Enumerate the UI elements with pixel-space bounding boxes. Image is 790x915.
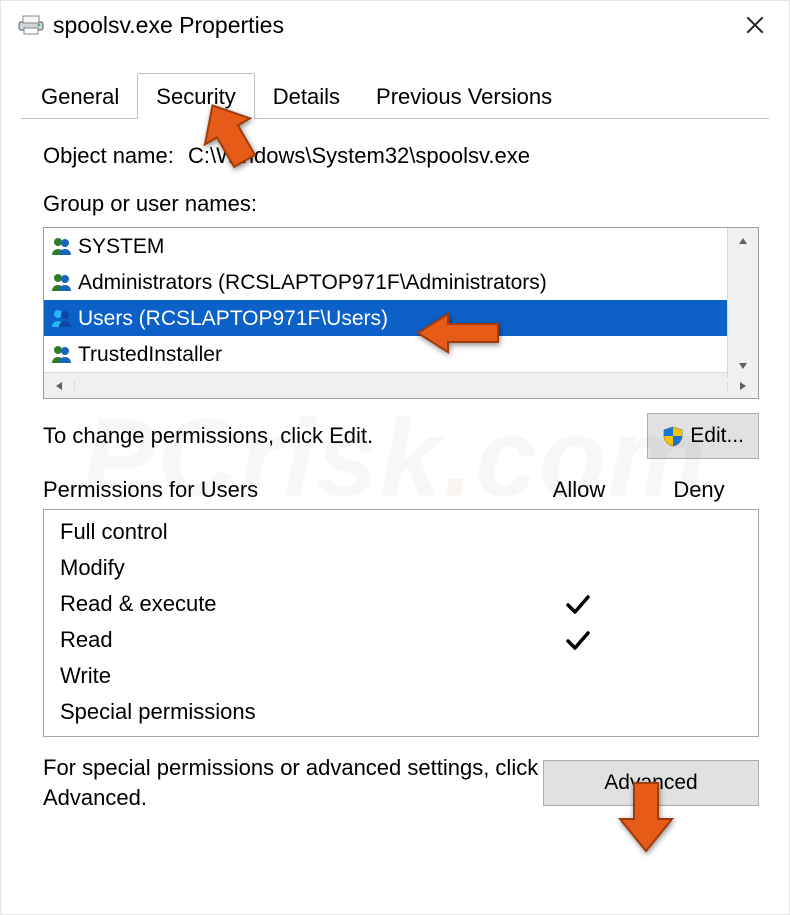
permission-name: Write xyxy=(60,663,518,689)
permission-name: Read xyxy=(60,627,518,653)
advanced-hint: For special permissions or advanced sett… xyxy=(43,753,543,812)
object-name-label: Object name: xyxy=(43,143,188,169)
list-item-label: TrustedInstaller xyxy=(78,344,222,365)
permission-name: Full control xyxy=(60,519,518,545)
list-item-label: Users (RCSLAPTOP971F\Users) xyxy=(78,308,388,329)
edit-row: To change permissions, click Edit. Edit.… xyxy=(43,413,759,459)
permissions-box: Full control Modify Read & execute Read Writ… xyxy=(43,509,759,737)
tab-details[interactable]: Details xyxy=(255,74,358,118)
scroll-up-button[interactable] xyxy=(728,228,758,253)
permission-row: Write xyxy=(60,658,758,694)
groups-listbox[interactable]: SYSTEM Administrators (RCSLAPTOP971F\Adm… xyxy=(43,227,759,399)
allow-cell xyxy=(518,627,638,653)
edit-hint: To change permissions, click Edit. xyxy=(43,423,647,449)
annotation-arrow-users-item xyxy=(414,310,502,356)
uac-shield-icon xyxy=(662,425,684,447)
list-item[interactable]: TrustedInstaller xyxy=(44,336,728,372)
permissions-header: Permissions for Users Allow Deny xyxy=(43,477,759,503)
allow-column-header: Allow xyxy=(519,477,639,503)
permissions-title: Permissions for Users xyxy=(43,477,519,503)
permission-name: Special permissions xyxy=(60,699,518,725)
list-item-label: SYSTEM xyxy=(78,236,164,257)
properties-dialog: PCrisk.com spoolsv.exe Properties Genera… xyxy=(0,0,790,915)
object-name-row: Object name: C:\Windows\System32\spoolsv… xyxy=(43,143,759,169)
scroll-left-button[interactable] xyxy=(44,381,75,391)
list-item[interactable]: SYSTEM xyxy=(44,228,728,264)
scroll-right-button[interactable] xyxy=(727,381,758,391)
edit-button[interactable]: Edit... xyxy=(647,413,759,459)
vertical-scrollbar[interactable] xyxy=(727,228,758,378)
tab-general[interactable]: General xyxy=(23,74,137,118)
scroll-down-button[interactable] xyxy=(728,353,758,378)
dialog-body: Object name: C:\Windows\System32\spoolsv… xyxy=(1,119,789,812)
annotation-arrow-advanced-button xyxy=(618,779,674,853)
permission-row: Special permissions xyxy=(60,694,758,730)
users-icon xyxy=(50,308,74,328)
list-item-selected[interactable]: Users (RCSLAPTOP971F\Users) xyxy=(44,300,728,336)
tab-previous-versions[interactable]: Previous Versions xyxy=(358,74,570,118)
permission-row: Modify xyxy=(60,550,758,586)
printer-icon xyxy=(17,14,45,36)
users-icon xyxy=(50,344,74,364)
tab-strip: General Security Details Previous Versio… xyxy=(21,73,769,119)
permission-row: Full control xyxy=(60,514,758,550)
title-bar: spoolsv.exe Properties xyxy=(1,1,789,51)
users-icon xyxy=(50,236,74,256)
permission-name: Modify xyxy=(60,555,518,581)
horizontal-scrollbar[interactable] xyxy=(44,372,758,398)
window-title: spoolsv.exe Properties xyxy=(53,12,284,39)
list-item[interactable]: Administrators (RCSLAPTOP971F\Administra… xyxy=(44,264,728,300)
users-icon xyxy=(50,272,74,292)
permission-row: Read xyxy=(60,622,758,658)
permission-name: Read & execute xyxy=(60,591,518,617)
list-item-label: Administrators (RCSLAPTOP971F\Administra… xyxy=(78,272,547,293)
annotation-arrow-security-tab xyxy=(199,99,259,169)
edit-button-label: Edit... xyxy=(690,424,744,448)
groups-label: Group or user names: xyxy=(43,191,759,217)
close-button[interactable] xyxy=(739,9,771,41)
permission-row: Read & execute xyxy=(60,586,758,622)
deny-column-header: Deny xyxy=(639,477,759,503)
allow-cell xyxy=(518,591,638,617)
